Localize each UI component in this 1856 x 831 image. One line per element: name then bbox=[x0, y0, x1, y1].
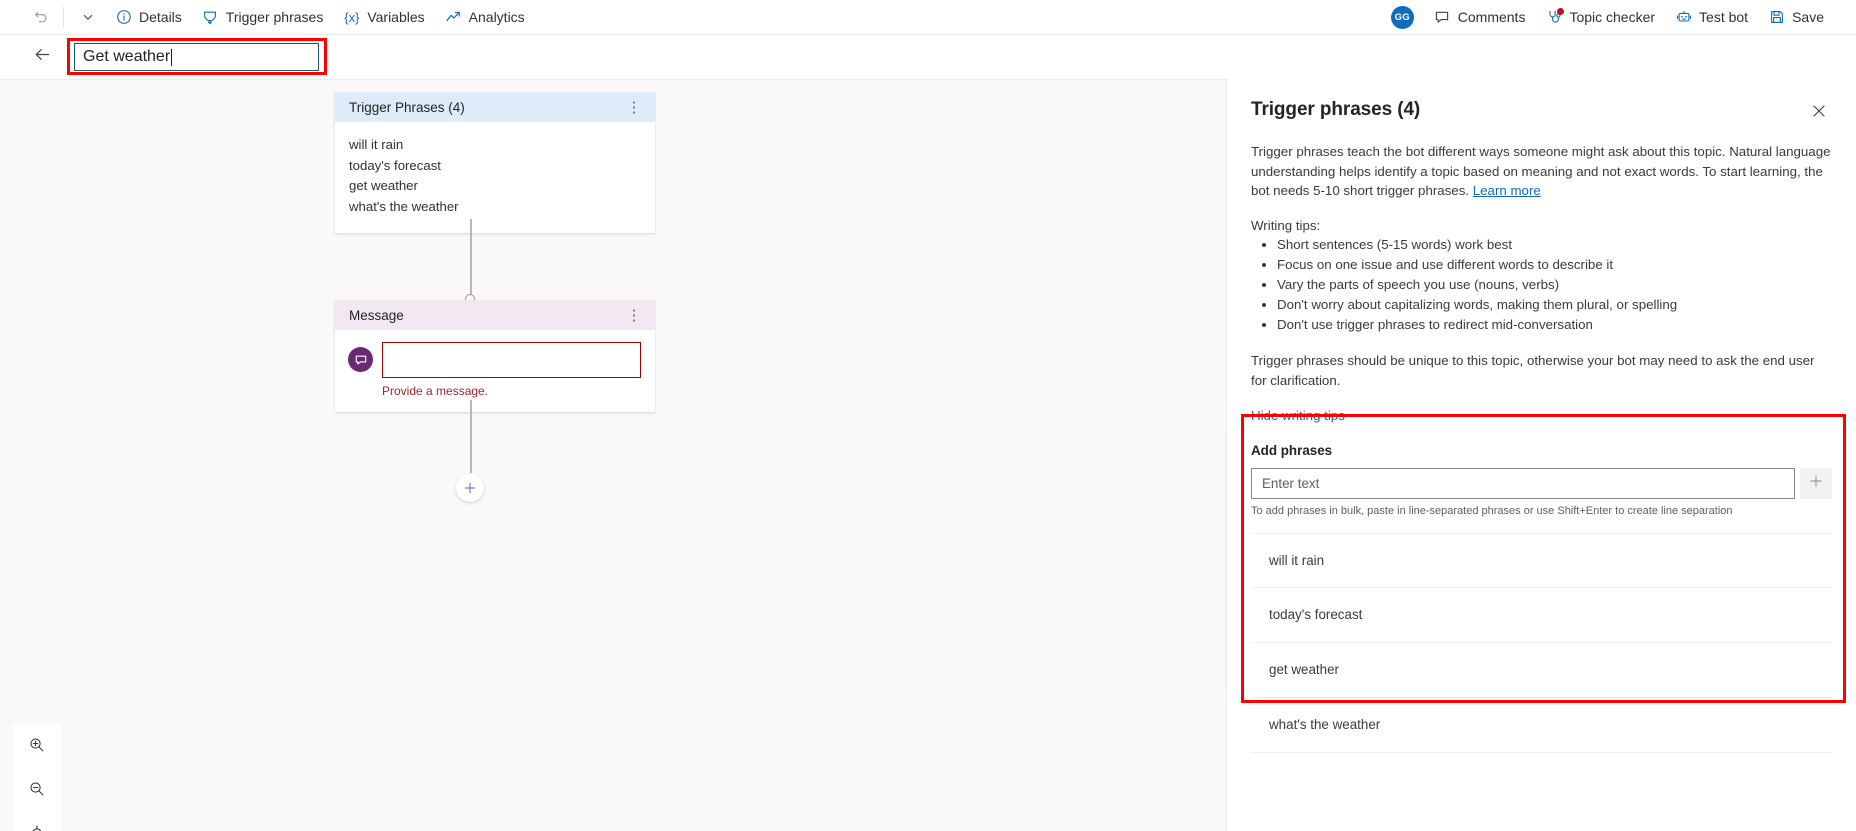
hide-writing-tips-link[interactable]: Hide writing tips bbox=[1251, 408, 1832, 423]
zoom-in-icon bbox=[28, 736, 46, 759]
message-node-body: Provide a message. bbox=[335, 330, 655, 412]
authoring-canvas[interactable]: Trigger Phrases (4) ⋮ will it rain today… bbox=[0, 79, 1226, 831]
comments-button[interactable]: Comments bbox=[1424, 2, 1536, 32]
writing-tip-item: Focus on one issue and use different wor… bbox=[1277, 255, 1832, 275]
toolbar-item-label: Trigger phrases bbox=[225, 9, 324, 25]
list-item[interactable]: today's forecast bbox=[1251, 588, 1832, 643]
comments-label: Comments bbox=[1457, 9, 1526, 25]
comment-icon bbox=[1434, 9, 1451, 26]
add-phrases-section: Add phrases To add phrases in bulk, past… bbox=[1251, 443, 1832, 517]
trigger-phrase-line: will it rain bbox=[349, 137, 404, 152]
test-bot-icon bbox=[1675, 9, 1692, 26]
trigger-node-body: will it rain today's forecast get weathe… bbox=[335, 122, 655, 233]
toolbar-item-analytics[interactable]: Analytics bbox=[435, 2, 535, 32]
message-node-header: Message ⋮ bbox=[335, 300, 655, 330]
toolbar-right-group: GG Comments Topic checker Test bot Save bbox=[1390, 2, 1856, 32]
trigger-phrases-node[interactable]: Trigger Phrases (4) ⋮ will it rain today… bbox=[335, 92, 655, 233]
writing-tip-item: Short sentences (5-15 words) work best bbox=[1277, 235, 1832, 255]
add-phrase-button[interactable] bbox=[1800, 467, 1832, 499]
variables-icon: {x} bbox=[344, 9, 360, 25]
list-item[interactable]: will it rain bbox=[1251, 532, 1832, 588]
close-icon bbox=[1811, 103, 1827, 124]
toolbar-item-label: Variables bbox=[367, 9, 425, 25]
save-button[interactable]: Save bbox=[1758, 2, 1834, 32]
avatar[interactable]: GG bbox=[1390, 5, 1414, 29]
message-bubble-icon bbox=[348, 347, 373, 372]
learn-more-link[interactable]: Learn more bbox=[1473, 183, 1541, 198]
writing-tips-list: Short sentences (5-15 words) work best F… bbox=[1251, 235, 1832, 335]
topic-name-value: Get weather bbox=[83, 48, 171, 65]
writing-tips-label: Writing tips: bbox=[1251, 218, 1321, 234]
message-text-input[interactable] bbox=[382, 342, 641, 378]
toolbar-item-details[interactable]: Details bbox=[105, 2, 192, 32]
add-phrases-hint: To add phrases in bulk, paste in line-se… bbox=[1251, 504, 1733, 517]
panel-close-button[interactable] bbox=[1806, 100, 1832, 126]
panel-unique-note: Trigger phrases should be unique to this… bbox=[1251, 353, 1815, 388]
fit-to-screen-icon bbox=[28, 824, 46, 831]
list-item[interactable]: get weather bbox=[1251, 643, 1832, 698]
save-icon bbox=[1768, 9, 1785, 26]
topic-checker-icon bbox=[1545, 7, 1565, 26]
zoom-out-button[interactable] bbox=[13, 769, 61, 813]
topic-checker-button[interactable]: Topic checker bbox=[1535, 2, 1665, 32]
panel-header: Trigger phrases (4) bbox=[1251, 99, 1832, 126]
text-caret bbox=[171, 48, 173, 66]
toolbar-item-label: Details bbox=[139, 9, 182, 25]
add-phrase-input[interactable] bbox=[1251, 467, 1795, 499]
back-button[interactable] bbox=[26, 41, 58, 73]
add-phrases-input-row bbox=[1251, 467, 1832, 499]
trigger-phrase-line: what's the weather bbox=[349, 198, 459, 214]
toolbar-item-variables[interactable]: {x} Variables bbox=[333, 2, 434, 32]
toolbar-item-label: Analytics bbox=[468, 9, 525, 25]
list-item[interactable]: what's the weather bbox=[1251, 698, 1832, 753]
topic-checker-label: Topic checker bbox=[1569, 9, 1656, 25]
writing-tip-item: Vary the parts of speech you use (nouns,… bbox=[1277, 275, 1832, 295]
trigger-phrase-line: get weather bbox=[349, 178, 418, 193]
fit-to-screen-button[interactable] bbox=[13, 813, 61, 831]
panel-intro-text: Trigger phrases teach the bot different … bbox=[1251, 142, 1832, 201]
trigger-node-menu-icon[interactable]: ⋮ bbox=[623, 96, 645, 118]
trigger-node-header: Trigger Phrases (4) ⋮ bbox=[335, 92, 655, 122]
save-label: Save bbox=[1792, 9, 1824, 25]
message-node-menu-icon[interactable]: ⋮ bbox=[623, 304, 645, 326]
plus-icon bbox=[1808, 473, 1824, 493]
topic-name-input[interactable]: Get weather bbox=[74, 43, 319, 71]
writing-tip-item: Don't use trigger phrases to redirect mi… bbox=[1277, 315, 1832, 335]
chevron-down-icon bbox=[79, 9, 96, 26]
undo-icon bbox=[32, 9, 49, 26]
add-phrases-label: Add phrases bbox=[1251, 442, 1333, 458]
message-node[interactable]: Message ⋮ Provide a message. bbox=[335, 300, 655, 412]
connector-line bbox=[470, 219, 472, 299]
trigger-phrases-panel: Trigger phrases (4) Trigger phrases teac… bbox=[1227, 79, 1856, 831]
zoom-in-button[interactable] bbox=[13, 725, 61, 769]
canvas-zoom-controls bbox=[13, 725, 61, 831]
panel-title: Trigger phrases (4) bbox=[1251, 99, 1421, 120]
undo-button[interactable] bbox=[24, 2, 57, 32]
phrase-list: will it rain today's forecast get weathe… bbox=[1251, 532, 1832, 753]
notification-dot bbox=[1557, 7, 1565, 15]
trigger-phrase-line: today's forecast bbox=[349, 157, 441, 173]
add-node-button[interactable] bbox=[456, 474, 484, 502]
toolbar-divider bbox=[63, 7, 64, 27]
writing-tip-item: Don't worry about capitalizing words, ma… bbox=[1277, 295, 1832, 315]
top-toolbar: Details Trigger phrases {x} Variables An… bbox=[0, 0, 1856, 35]
connector-line-lower bbox=[470, 400, 472, 473]
test-bot-label: Test bot bbox=[1699, 9, 1749, 25]
toolbar-more-button[interactable] bbox=[70, 2, 105, 32]
back-arrow-icon bbox=[33, 45, 52, 69]
test-bot-button[interactable]: Test bot bbox=[1665, 2, 1758, 32]
trigger-icon bbox=[202, 9, 219, 26]
toolbar-item-trigger-phrases[interactable]: Trigger phrases bbox=[192, 2, 334, 32]
analytics-icon bbox=[445, 9, 462, 26]
toolbar-left-group: Details Trigger phrases {x} Variables An… bbox=[0, 2, 535, 32]
info-icon bbox=[115, 9, 132, 26]
zoom-out-icon bbox=[28, 780, 46, 803]
message-node-title: Message bbox=[349, 307, 404, 323]
trigger-node-title: Trigger Phrases (4) bbox=[349, 99, 465, 115]
message-error-text: Provide a message. bbox=[382, 384, 489, 398]
